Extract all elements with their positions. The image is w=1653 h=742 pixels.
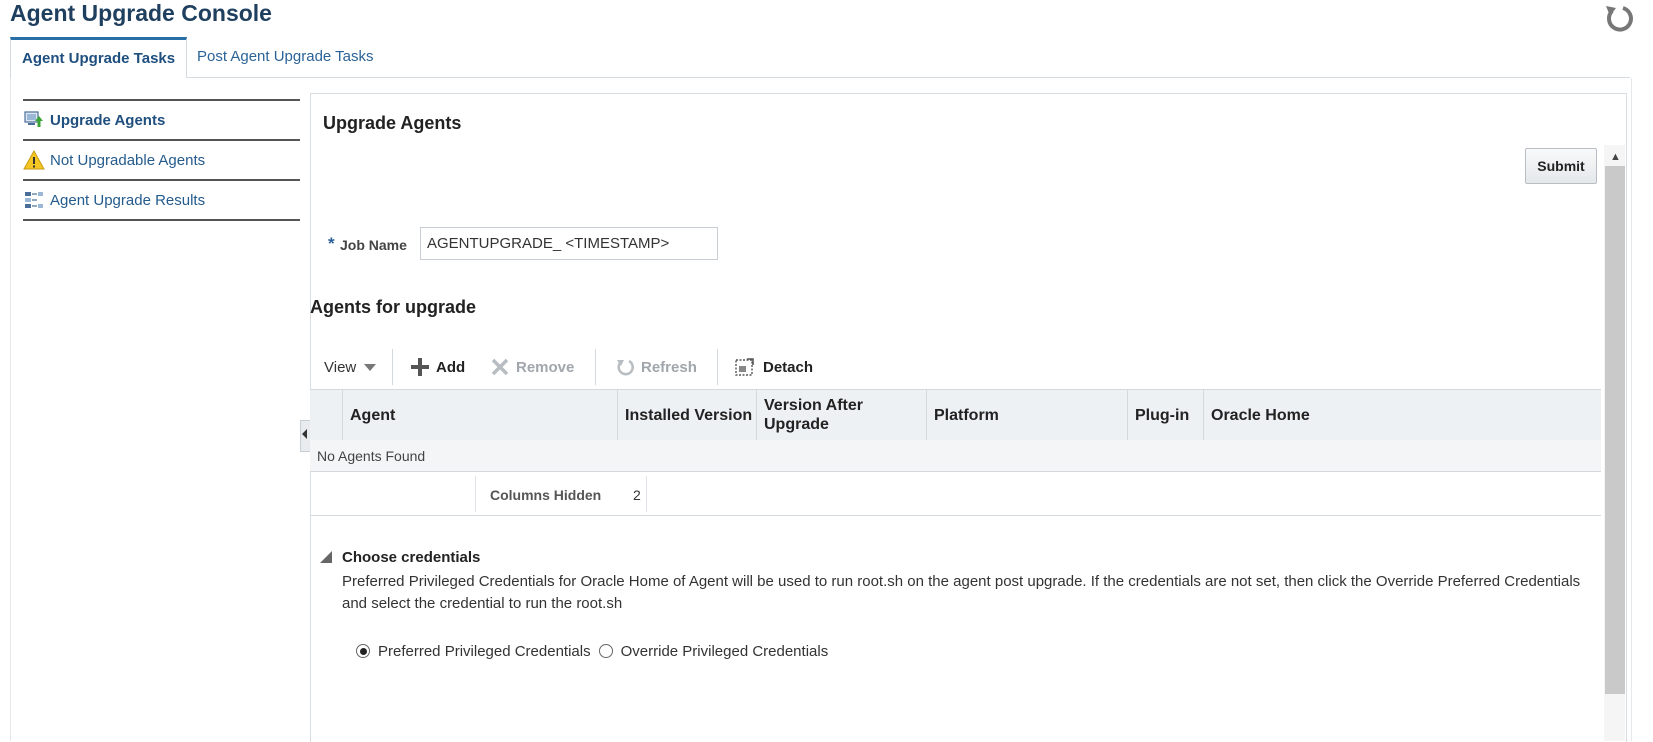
column-header-agent[interactable]: Agent <box>342 390 617 440</box>
add-button[interactable]: Add <box>410 347 465 387</box>
radio-selected-dot <box>359 647 367 655</box>
credentials-radio-group: Preferred Privileged Credentials Overrid… <box>356 640 836 662</box>
credentials-description: Preferred Privileged Credentials for Ora… <box>342 573 1581 612</box>
job-name-label: Job Name <box>340 237 407 253</box>
override-credentials-label[interactable]: Override Privileged Credentials <box>621 643 829 660</box>
column-header-version-after-upgrade[interactable]: Version After Upgrade <box>756 390 926 440</box>
tab-bar: Agent Upgrade Tasks Post Agent Upgrade T… <box>10 37 1630 78</box>
footer-divider <box>646 476 647 512</box>
task-navigation-list: Upgrade Agents Not Upgradable Agents Age… <box>23 99 300 221</box>
scroll-up-icon[interactable]: ▲ <box>1610 151 1621 163</box>
column-header-oracle-home[interactable]: Oracle Home <box>1203 390 1601 440</box>
refresh-button[interactable]: Refresh <box>615 347 697 387</box>
toolbar-divider <box>392 349 393 385</box>
remove-icon <box>490 357 510 377</box>
column-header-plug-in[interactable]: Plug-in <box>1127 390 1203 440</box>
job-name-input[interactable] <box>420 227 718 260</box>
refresh-icon <box>615 357 635 377</box>
add-icon <box>410 357 430 377</box>
columns-hidden-label: Columns Hidden <box>490 487 602 503</box>
column-header-installed-version[interactable]: Installed Version <box>617 390 756 440</box>
columns-hidden-count[interactable]: 2 <box>633 487 641 503</box>
sidebar-item-label: Upgrade Agents <box>50 111 166 129</box>
row-selector-header <box>310 390 342 440</box>
toolbar-divider <box>717 349 718 385</box>
sidebar-item-upgrade-agents[interactable]: Upgrade Agents <box>23 101 300 141</box>
sidebar-item-label: Not Upgradable Agents <box>50 151 206 169</box>
override-credentials-radio[interactable] <box>598 644 613 658</box>
detach-button[interactable]: Detach <box>735 347 813 387</box>
table-toolbar: View Add Remove Refresh Detach <box>310 347 1600 387</box>
tab-post-agent-upgrade-tasks[interactable]: Post Agent Upgrade Tasks <box>186 37 385 77</box>
view-menu[interactable]: View <box>324 347 377 387</box>
refresh-page-icon[interactable] <box>1600 2 1636 34</box>
warning-icon <box>23 149 45 171</box>
sidebar-item-agent-upgrade-results[interactable]: Agent Upgrade Results <box>23 181 300 221</box>
remove-button[interactable]: Remove <box>490 347 574 387</box>
agents-section-title: Agents for upgrade <box>310 297 477 317</box>
submit-button[interactable]: Submit <box>1525 148 1597 184</box>
sidebar-item-not-upgradable-agents[interactable]: Not Upgradable Agents <box>23 141 300 181</box>
collapse-left-icon <box>302 429 307 439</box>
scrollbar-thumb[interactable] <box>1605 166 1625 694</box>
preferred-credentials-label[interactable]: Preferred Privileged Credentials <box>378 643 591 660</box>
toolbar-divider <box>595 349 596 385</box>
view-label: View <box>324 358 357 376</box>
credentials-section-title[interactable]: Choose credentials <box>342 549 480 566</box>
chevron-down-icon <box>364 363 377 371</box>
preferred-credentials-radio[interactable] <box>356 644 370 658</box>
section-title: Upgrade Agents <box>323 113 462 133</box>
column-header-platform[interactable]: Platform <box>926 390 1127 440</box>
tab-agent-upgrade-tasks[interactable]: Agent Upgrade Tasks <box>10 37 188 78</box>
page-title: Agent Upgrade Console <box>10 0 272 26</box>
upgrade-agents-icon <box>23 109 45 131</box>
empty-table-message: No Agents Found <box>310 440 1601 472</box>
agents-table-header: Agent Installed Version Version After Up… <box>310 389 1601 441</box>
footer-divider <box>475 476 476 512</box>
results-icon <box>23 189 45 211</box>
sidebar-item-label: Agent Upgrade Results <box>50 191 206 209</box>
required-marker: * <box>328 234 335 253</box>
disclosure-triangle-icon[interactable] <box>320 551 332 563</box>
detach-icon <box>735 357 755 377</box>
